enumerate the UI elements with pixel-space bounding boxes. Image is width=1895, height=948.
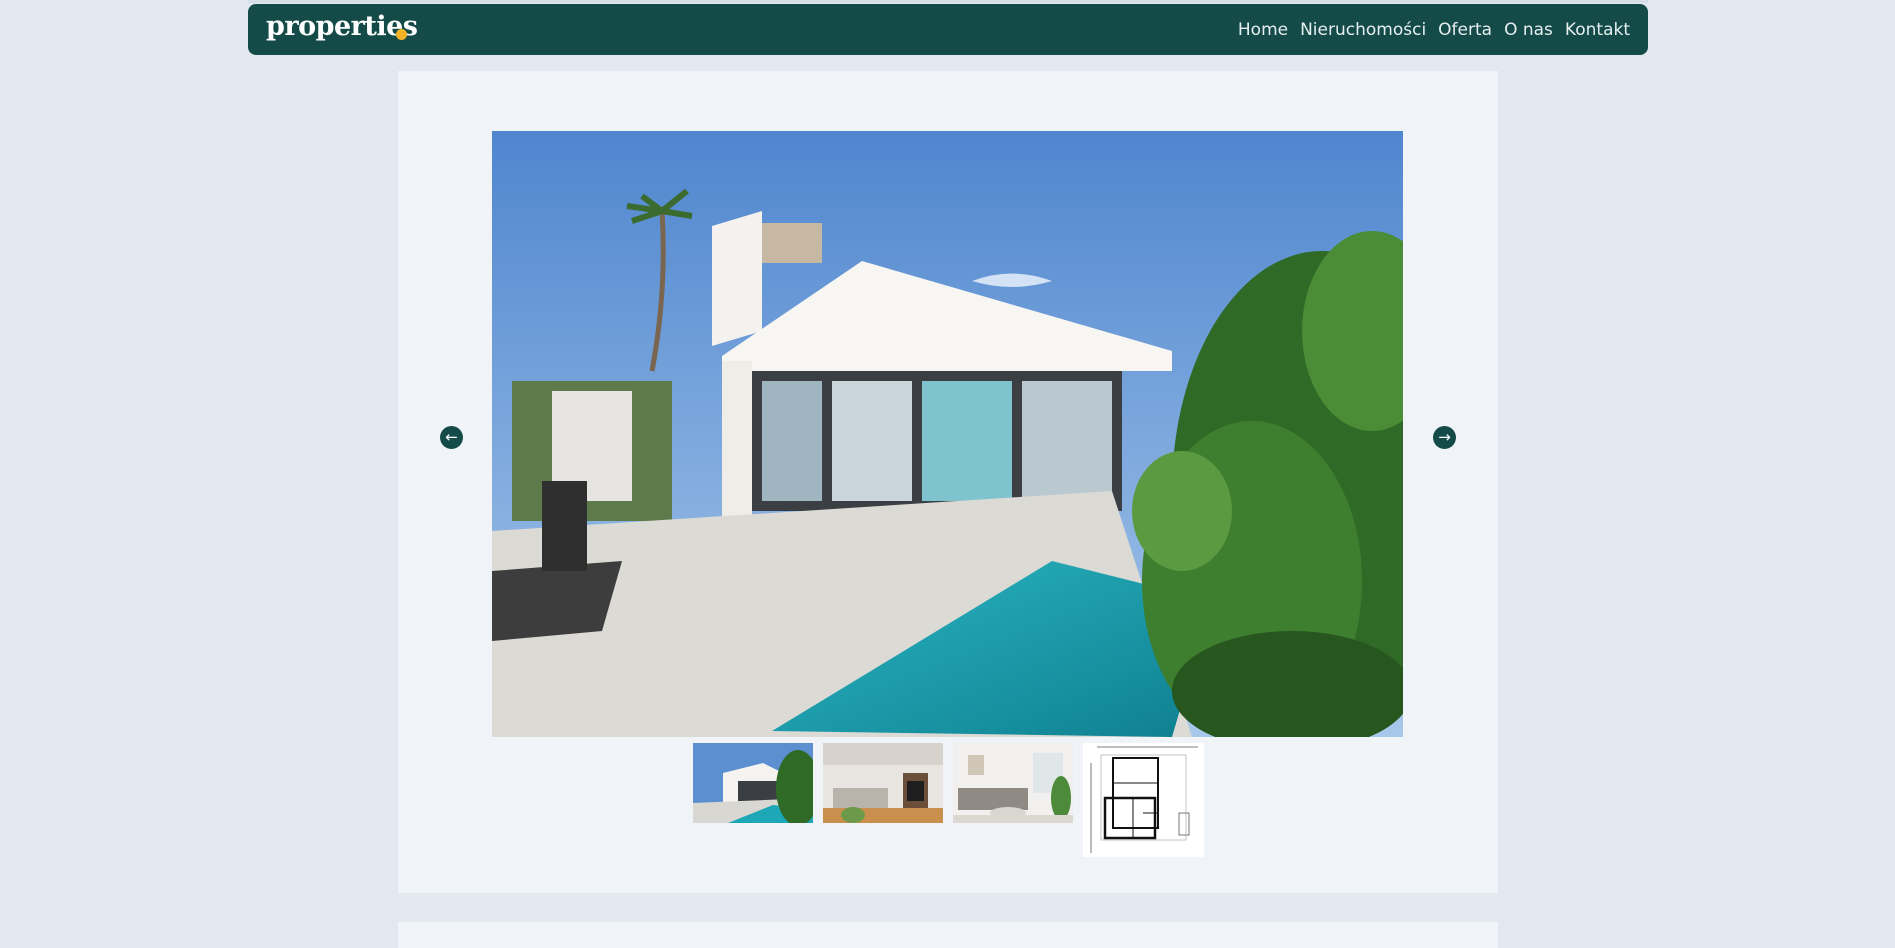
- main-photo: [492, 131, 1403, 737]
- nav-o-nas[interactable]: O nas: [1504, 19, 1553, 41]
- main-menu: Home Nieruchomości Oferta O nas Kontakt: [1226, 19, 1630, 41]
- nav-oferta[interactable]: Oferta: [1438, 19, 1492, 41]
- thumbnail-living-room-sofa[interactable]: [953, 743, 1073, 823]
- nav-nieruchomosci[interactable]: Nieruchomości: [1300, 19, 1426, 41]
- nav-kontakt[interactable]: Kontakt: [1565, 19, 1630, 41]
- nav-home[interactable]: Home: [1238, 19, 1288, 41]
- thumbnail-floor-plan[interactable]: [1083, 743, 1204, 857]
- details-card: [398, 922, 1498, 948]
- logo-dot: [396, 29, 407, 40]
- thumbnail-house-exterior[interactable]: [693, 743, 813, 823]
- prev-arrow-icon[interactable]: ←: [440, 426, 463, 449]
- logo-text: properties: [266, 11, 418, 42]
- navbar: properties Home Nieruchomości Oferta O n…: [248, 4, 1648, 55]
- top-edge-strip: [248, 0, 1648, 3]
- logo[interactable]: properties: [266, 12, 418, 42]
- next-arrow-icon[interactable]: →: [1433, 426, 1456, 449]
- thumbnail-living-room-fireplace[interactable]: [823, 743, 943, 823]
